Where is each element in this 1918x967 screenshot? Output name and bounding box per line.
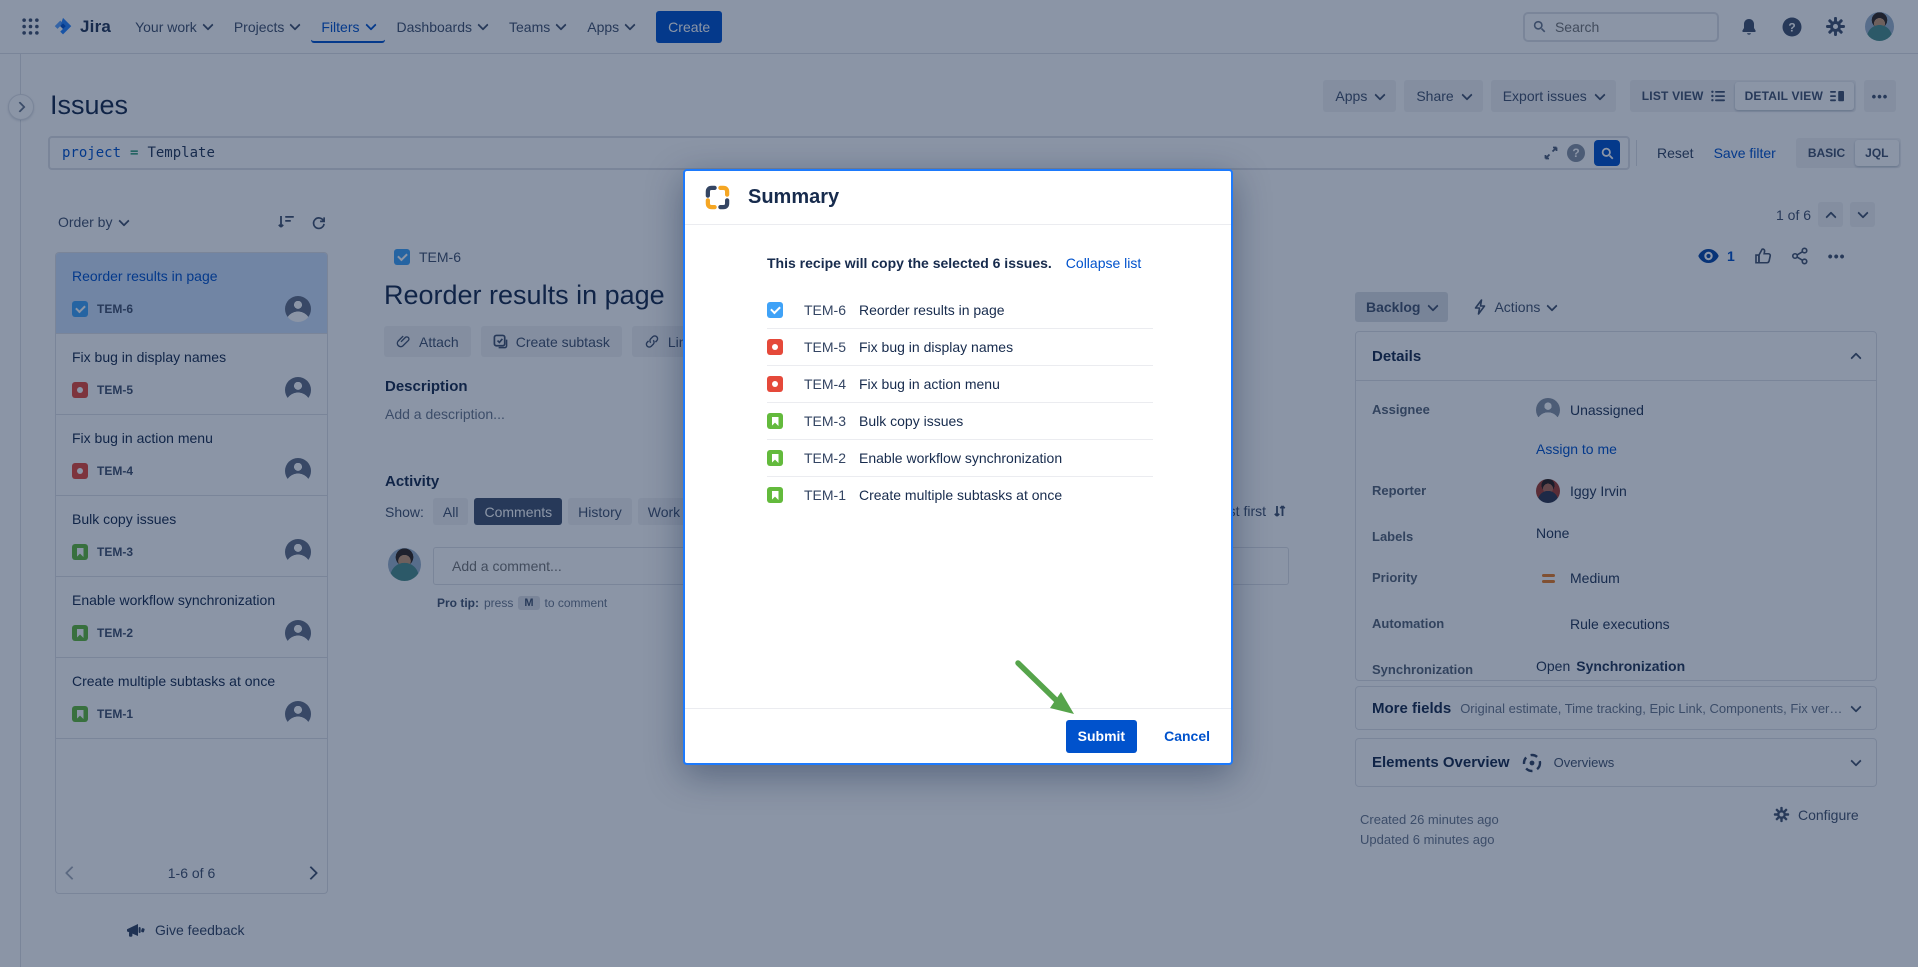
copy-summary-modal: Summary This recipe will copy the select…	[683, 169, 1233, 765]
issue-type-icon	[767, 413, 783, 429]
issue-key: TEM-2	[804, 450, 859, 466]
issue-summary: Enable workflow synchronization	[859, 450, 1062, 466]
modal-issue-row: TEM-4 Fix bug in action menu	[767, 366, 1153, 403]
collapse-list-link[interactable]: Collapse list	[1066, 255, 1141, 271]
modal-issue-row: TEM-5 Fix bug in display names	[767, 329, 1153, 366]
modal-message: This recipe will copy the selected 6 iss…	[767, 255, 1052, 271]
modal-issue-list: TEM-6 Reorder results in page TEM-5 Fix …	[767, 292, 1153, 513]
submit-button[interactable]: Submit	[1066, 720, 1137, 753]
issue-type-icon	[767, 376, 783, 392]
modal-message-row: This recipe will copy the selected 6 iss…	[767, 255, 1153, 271]
cancel-button[interactable]: Cancel	[1164, 728, 1210, 744]
modal-issue-row: TEM-2 Enable workflow synchronization	[767, 440, 1153, 477]
issue-key: TEM-3	[804, 413, 859, 429]
modal-issue-row: TEM-1 Create multiple subtasks at once	[767, 477, 1153, 513]
issue-summary: Fix bug in display names	[859, 339, 1013, 355]
issue-type-icon	[767, 487, 783, 503]
modal-header: Summary	[685, 171, 1231, 225]
issue-key: TEM-1	[804, 487, 859, 503]
modal-title: Summary	[748, 186, 839, 209]
copy-and-sync-app-icon	[704, 184, 731, 211]
modal-issue-row: TEM-6 Reorder results in page	[767, 292, 1153, 329]
modal-footer: Submit Cancel	[685, 708, 1231, 763]
issue-key: TEM-5	[804, 339, 859, 355]
issue-type-icon	[767, 450, 783, 466]
issue-summary: Fix bug in action menu	[859, 376, 1000, 392]
issue-key: TEM-4	[804, 376, 859, 392]
issue-key: TEM-6	[804, 302, 859, 318]
issue-summary: Create multiple subtasks at once	[859, 487, 1062, 503]
issue-type-icon	[767, 302, 783, 318]
issue-type-icon	[767, 339, 783, 355]
issue-summary: Bulk copy issues	[859, 413, 963, 429]
issue-summary: Reorder results in page	[859, 302, 1005, 318]
modal-issue-row: TEM-3 Bulk copy issues	[767, 403, 1153, 440]
jira-issues-page: Jira Your work Projects Filters Dashboar…	[0, 0, 1918, 967]
